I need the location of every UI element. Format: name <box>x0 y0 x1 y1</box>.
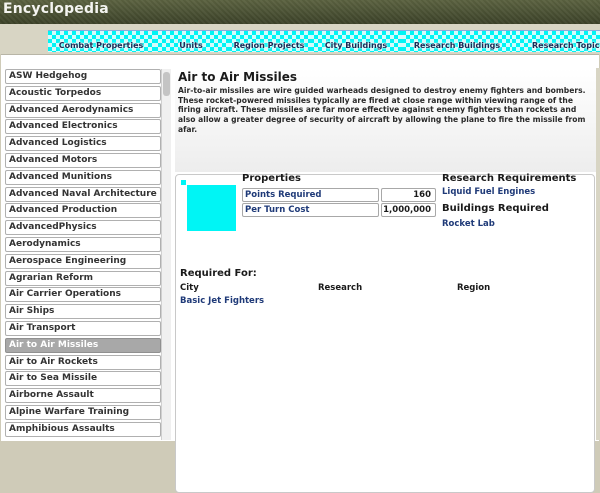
required-for-heading: Required For: <box>180 268 257 279</box>
required-for-city-link[interactable]: Basic Jet Fighters <box>180 296 264 306</box>
list-item[interactable]: Advanced Motors <box>5 152 161 168</box>
research-requirements-heading: Research Requirements <box>442 173 577 184</box>
list-item[interactable]: ASW Hedgehog <box>5 69 161 84</box>
tab-label: Combat Properties <box>58 41 144 50</box>
list-item[interactable]: Amphibious Assaults <box>5 421 161 437</box>
tab-research-buildings[interactable]: Research Buildings <box>402 30 512 52</box>
property-label: Per Turn Cost <box>242 203 379 217</box>
column-header-city: City <box>180 283 199 293</box>
detail-header: Air to Air Missiles Air-to-air missiles … <box>175 68 600 172</box>
property-value: 1,000,000 <box>381 203 436 217</box>
tab-label: City Buildings <box>324 41 388 50</box>
list-item[interactable]: Advanced Logistics <box>5 136 161 152</box>
topic-list: ASW Hedgehog Acoustic Torpedos Advanced Ae… <box>5 69 161 440</box>
list-item[interactable]: Aerospace Engineering <box>5 253 161 269</box>
window-right-border <box>596 68 600 440</box>
scrollbar-thumb[interactable] <box>163 72 170 96</box>
topic-color-swatch <box>187 185 236 231</box>
detail-panel: Air to Air Missiles Air-to-air missiles … <box>175 68 600 493</box>
title-bar: Encyclopedia <box>0 0 600 25</box>
list-item[interactable]: Airborne Assault <box>5 388 161 404</box>
tab-units[interactable]: Units <box>154 30 228 52</box>
topic-title: Air to Air Missiles <box>178 70 297 84</box>
list-item[interactable]: AdvancedPhysics <box>5 220 161 236</box>
list-item[interactable]: Air Ships <box>5 304 161 320</box>
list-item[interactable]: Aerodynamics <box>5 236 161 252</box>
list-item[interactable]: Advanced Naval Architecture <box>5 186 161 202</box>
tab-city-buildings[interactable]: City Buildings <box>310 30 402 52</box>
list-item[interactable]: Air to Sea Missile <box>5 371 161 387</box>
tab-research-topics[interactable]: Research Topics <box>512 30 600 52</box>
list-item-selected[interactable]: Air to Air Missiles <box>5 337 161 353</box>
list-scrollbar[interactable] <box>161 69 171 440</box>
list-item[interactable]: Air to Air Rockets <box>5 354 161 370</box>
tab-label: Units <box>179 41 203 50</box>
property-value: 160 <box>381 188 436 202</box>
list-item[interactable]: Advanced Aerodynamics <box>5 102 161 118</box>
building-required-link[interactable]: Rocket Lab <box>442 219 495 229</box>
list-item[interactable]: Alpine Warfare Training <box>5 404 161 420</box>
list-item[interactable]: Advanced Electronics <box>5 119 161 135</box>
column-header-research: Research <box>318 283 363 293</box>
tab-strip: Combat Properties Units Region Projects … <box>0 24 600 54</box>
properties-heading: Properties <box>242 173 301 184</box>
list-item[interactable]: Air Carrier Operations <box>5 287 161 303</box>
tab-label: Region Projects <box>233 41 305 50</box>
list-item[interactable]: Agrarian Reform <box>5 270 161 286</box>
properties-box: Properties Points Required 160 Per Turn … <box>175 173 595 493</box>
tab-combat-properties[interactable]: Combat Properties <box>48 30 154 52</box>
research-requirement-link[interactable]: Liquid Fuel Engines <box>442 187 535 197</box>
list-item[interactable]: Acoustic Torpedos <box>5 85 161 101</box>
window-title: Encyclopedia <box>3 1 109 17</box>
column-header-region: Region <box>457 283 491 293</box>
list-item[interactable]: Advanced Production <box>5 203 161 219</box>
topic-description: Air-to-air missiles are wire guided warh… <box>178 86 586 134</box>
tab-label: Research Topics <box>532 41 600 50</box>
tab-region-projects[interactable]: Region Projects <box>228 30 310 52</box>
property-label: Points Required <box>242 188 379 202</box>
tab-label: Research Buildings <box>413 41 501 50</box>
swatch-marker <box>181 180 186 185</box>
buildings-required-heading: Buildings Required <box>442 203 549 214</box>
list-item[interactable]: Advanced Munitions <box>5 169 161 185</box>
list-item[interactable]: Air Transport <box>5 320 161 336</box>
